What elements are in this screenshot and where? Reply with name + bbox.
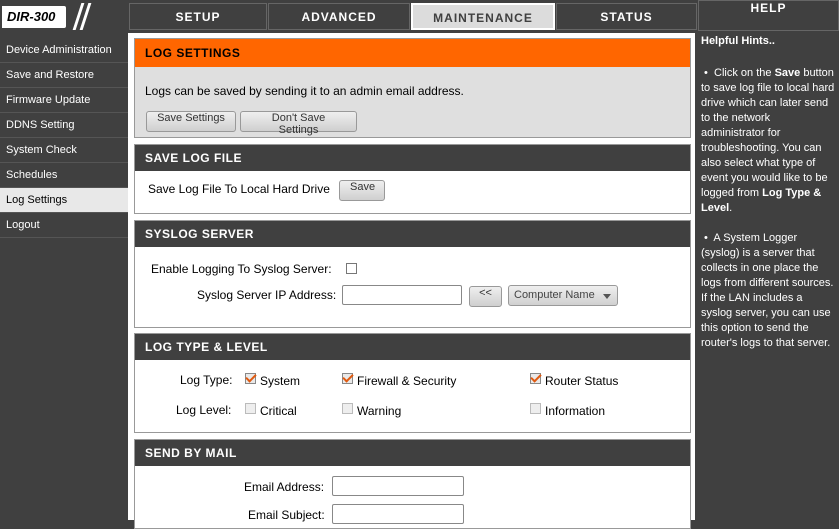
tab-setup[interactable]: SETUP <box>129 3 267 30</box>
sidebar-item-logout[interactable]: Logout <box>0 213 128 238</box>
main-content: LOG SETTINGS Logs can be saved by sendin… <box>128 33 695 529</box>
syslog-server-title: SYSLOG SERVER <box>135 221 690 247</box>
dont-save-settings-button[interactable]: Don't Save Settings <box>240 111 357 136</box>
log-level-warning-label: Warning <box>357 404 402 418</box>
log-type-firewall-label: Firewall & Security <box>357 374 457 388</box>
save-log-file-button[interactable]: Save <box>339 180 385 201</box>
log-level-critical-checkbox[interactable] <box>245 403 256 414</box>
log-type-system-checkbox[interactable] <box>245 373 256 384</box>
email-subject-input[interactable] <box>332 504 464 524</box>
log-level-information-label: Information <box>545 404 606 418</box>
computer-name-select[interactable]: Computer Name <box>508 285 618 306</box>
sidebar-item-log-settings[interactable]: Log Settings <box>0 188 128 213</box>
tab-maintenance[interactable]: MAINTENANCE <box>411 3 555 30</box>
sidebar-item-ddns-setting[interactable]: DDNS Setting <box>0 113 128 138</box>
tab-status[interactable]: STATUS <box>556 3 697 30</box>
tab-advanced[interactable]: ADVANCED <box>268 3 410 30</box>
sidebar-item-schedules[interactable]: Schedules <box>0 163 128 188</box>
log-settings-section: LOG SETTINGS Logs can be saved by sendin… <box>134 38 691 138</box>
log-level-critical-label: Critical <box>260 404 297 418</box>
email-address-label: Email Address: <box>244 480 325 494</box>
log-type-firewall-checkbox[interactable] <box>342 373 353 384</box>
log-type-label: Log Type: <box>180 373 233 387</box>
save-log-file-label: Save Log File To Local Hard Drive <box>148 182 330 196</box>
save-log-file-section: SAVE LOG FILE Save Log File To Local Har… <box>134 144 691 214</box>
email-address-input[interactable] <box>332 476 464 496</box>
log-level-information-checkbox[interactable] <box>530 403 541 414</box>
log-type-router-status-label: Router Status <box>545 374 619 388</box>
copy-computer-ip-button[interactable]: << <box>469 286 502 307</box>
helpful-hints-heading: Helpful Hints.. <box>701 35 775 47</box>
syslog-ip-input[interactable] <box>342 285 462 305</box>
enable-syslog-checkbox[interactable] <box>346 263 357 274</box>
help-hint-syslog: • A System Logger (syslog) is a server t… <box>701 232 834 349</box>
help-title: HELP <box>698 0 839 31</box>
help-panel: HELP Helpful Hints.. • Click on the Save… <box>698 0 839 520</box>
send-by-mail-section: SEND BY MAIL Email Address: Email Subjec… <box>134 439 691 529</box>
log-settings-title: LOG SETTINGS <box>135 39 690 67</box>
syslog-server-section: SYSLOG SERVER Enable Logging To Syslog S… <box>134 220 691 328</box>
save-settings-button[interactable]: Save Settings <box>146 111 236 132</box>
log-settings-description: Logs can be saved by sending it to an ad… <box>145 84 464 98</box>
save-log-file-title: SAVE LOG FILE <box>135 145 690 171</box>
log-type-level-section: LOG TYPE & LEVEL Log Type: System Firewa… <box>134 333 691 433</box>
sidebar-item-device-administration[interactable]: Device Administration <box>0 38 128 63</box>
log-type-router-status-checkbox[interactable] <box>530 373 541 384</box>
log-level-label: Log Level: <box>176 403 232 417</box>
sidebar-item-firmware-update[interactable]: Firmware Update <box>0 88 128 113</box>
sidebar-item-system-check[interactable]: System Check <box>0 138 128 163</box>
computer-name-select-value: Computer Name <box>514 289 595 301</box>
log-type-level-title: LOG TYPE & LEVEL <box>135 334 690 360</box>
model-name: DIR-300 <box>2 6 66 28</box>
enable-syslog-label: Enable Logging To Syslog Server: <box>151 262 332 276</box>
sidebar-item-save-and-restore[interactable]: Save and Restore <box>0 63 128 88</box>
log-type-system-label: System <box>260 374 301 388</box>
syslog-ip-label: Syslog Server IP Address: <box>197 288 337 302</box>
sidebar-nav: Device Administration Save and Restore F… <box>0 38 128 238</box>
brand-logo: DIR-300 <box>0 0 128 33</box>
send-by-mail-title: SEND BY MAIL <box>135 440 690 466</box>
chevron-down-icon <box>603 294 611 299</box>
help-hint-save: • Click on the Save button to save log f… <box>701 67 835 214</box>
log-level-warning-checkbox[interactable] <box>342 403 353 414</box>
